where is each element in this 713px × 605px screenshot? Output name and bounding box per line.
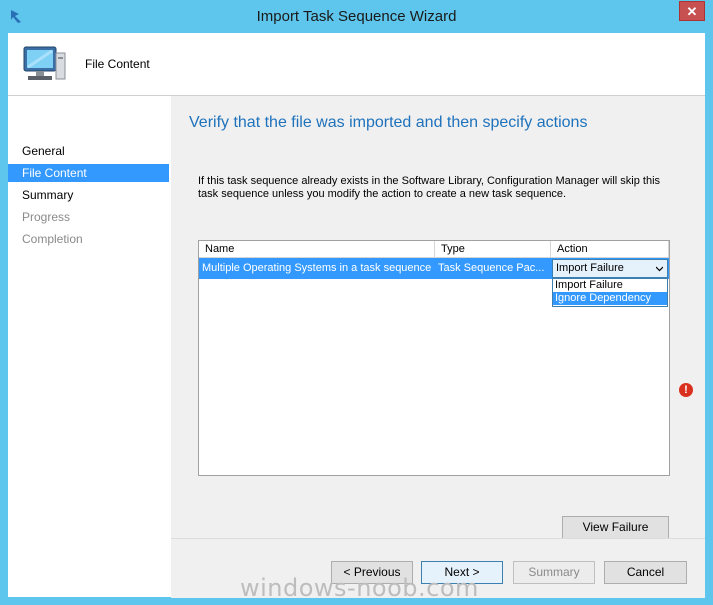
- dropdown-option-ignore-dependency[interactable]: Ignore Dependency: [553, 292, 667, 305]
- action-dropdown-list: Import Failure Ignore Dependency: [552, 278, 668, 307]
- view-failure-button[interactable]: View Failure: [562, 516, 669, 539]
- nav-item-general[interactable]: General: [8, 142, 169, 160]
- nav-item-progress: Progress: [22, 210, 71, 224]
- close-button[interactable]: ✕: [679, 1, 705, 21]
- content-description: If this task sequence already exists in …: [198, 175, 661, 200]
- column-header-action[interactable]: Action: [551, 241, 669, 257]
- cancel-button[interactable]: Cancel: [604, 561, 687, 584]
- cell-type: Task Sequence Pac...: [438, 262, 545, 274]
- column-header-name[interactable]: Name: [199, 241, 435, 257]
- window-title: Import Task Sequence Wizard: [256, 8, 457, 25]
- action-combobox[interactable]: Import Failure: [552, 259, 668, 278]
- computer-icon: [23, 46, 66, 80]
- grid-header: Name Type Action: [199, 241, 669, 258]
- nav-item-completion: Completion: [22, 232, 83, 246]
- action-combobox-value: Import Failure: [556, 262, 624, 274]
- wizard-header: File Content: [8, 33, 705, 96]
- title-bar[interactable]: Import Task Sequence Wizard ✕: [0, 0, 713, 33]
- page-title: File Content: [85, 57, 150, 71]
- nav-item-summary[interactable]: Summary: [8, 186, 169, 204]
- chevron-down-icon: [656, 266, 663, 272]
- summary-button: Summary: [513, 561, 595, 584]
- wizard-window: Import Task Sequence Wizard ✕ File Conte…: [0, 0, 713, 605]
- nav-item-file-content[interactable]: File Content: [8, 164, 169, 182]
- dropdown-option-import-failure[interactable]: Import Failure: [553, 279, 667, 292]
- column-header-type[interactable]: Type: [435, 241, 551, 257]
- cell-name: Multiple Operating Systems in a task seq…: [202, 262, 432, 274]
- content-pane: Verify that the file was imported and th…: [171, 96, 705, 539]
- task-sequence-grid[interactable]: Name Type Action Multiple Operating Syst…: [198, 240, 670, 476]
- client-area: File Content General File Content Summar…: [8, 33, 705, 598]
- watermark: windows-noob.com: [240, 574, 479, 602]
- content-heading: Verify that the file was imported and th…: [189, 114, 588, 131]
- error-icon: !: [679, 383, 693, 397]
- wizard-nav: General File Content Summary Progress Co…: [8, 96, 171, 597]
